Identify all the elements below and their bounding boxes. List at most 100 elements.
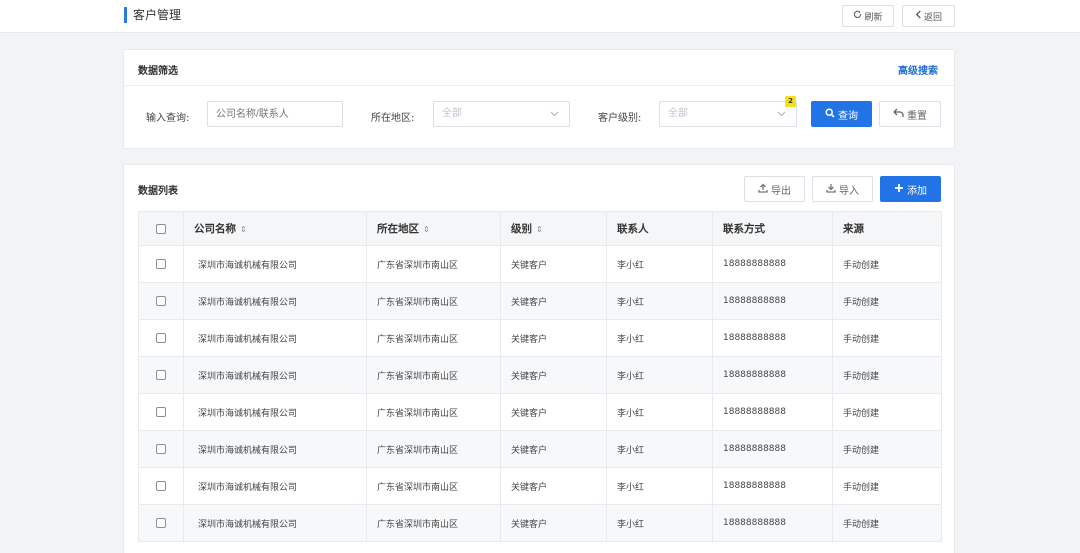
select-all-checkbox[interactable] — [156, 223, 166, 234]
region-select[interactable]: 全部 — [433, 101, 570, 127]
advanced-search-link[interactable]: 高级搜索 — [898, 62, 938, 77]
region-cell-text: 广东省深圳市南山区 — [377, 445, 459, 456]
table-row[interactable]: 深圳市海诚机械有限公司 广东省深圳市南山区 关键客户 李小红 18888888888 手动… — [138, 504, 942, 542]
level-cell-text: 关键客户 — [511, 371, 548, 382]
column-header-region[interactable]: 所在地区 ⇕ — [366, 211, 501, 246]
row-checkbox[interactable] — [156, 369, 166, 380]
source-cell: 手动创建 — [832, 504, 942, 542]
company-cell: 深圳市海诚机械有限公司 — [183, 356, 367, 394]
company-cell: 深圳市海诚机械有限公司 — [183, 504, 367, 542]
source-cell-text: 手动创建 — [843, 371, 880, 382]
row-checkbox[interactable] — [156, 295, 166, 306]
refresh-button[interactable]: 刷新 — [842, 5, 894, 27]
table-row[interactable]: 深圳市海诚机械有限公司 广东省深圳市南山区 关键客户 李小红 18888888888 手动… — [138, 282, 942, 320]
region-cell: 广东省深圳市南山区 — [366, 393, 501, 431]
search-button[interactable]: 查询 — [811, 101, 872, 127]
row-select-cell — [138, 393, 184, 431]
level-cell: 关键客户 — [500, 356, 607, 394]
table-row[interactable]: 深圳市海诚机械有限公司 广东省深圳市南山区 关键客户 李小红 18888888888 手动… — [138, 467, 942, 505]
search-input[interactable] — [207, 101, 343, 127]
source-cell-text: 手动创建 — [843, 445, 880, 456]
table-row[interactable]: 深圳市海诚机械有限公司 广东省深圳市南山区 关键客户 李小红 18888888888 手动… — [138, 356, 942, 394]
source-cell: 手动创建 — [832, 393, 942, 431]
company-cell-text: 深圳市海诚机械有限公司 — [198, 482, 298, 493]
company-cell: 深圳市海诚机械有限公司 — [183, 282, 367, 320]
row-checkbox[interactable] — [156, 332, 166, 343]
level-cell: 关键客户 — [500, 245, 607, 283]
page-title: 客户管理 — [124, 7, 181, 23]
search-button-label: 查询 — [838, 110, 858, 122]
upload-icon — [758, 183, 768, 196]
contact-cell-text: 李小红 — [617, 334, 645, 345]
sort-icon[interactable]: ⇕ — [423, 225, 430, 234]
contact-cell-text: 李小红 — [617, 519, 645, 530]
company-cell: 深圳市海诚机械有限公司 — [183, 430, 367, 468]
reset-button[interactable]: 重置 — [879, 101, 941, 127]
reset-button-label: 重置 — [907, 110, 927, 122]
phone-cell: 18888888888 — [712, 319, 833, 357]
row-select-cell — [138, 245, 184, 283]
level-cell: 关键客户 — [500, 467, 607, 505]
phone-cell-text: 18888888888 — [723, 296, 786, 306]
list-card: 数据列表 导出 导入 添加 公司名称 ⇕ 所在地区 ⇕ 级别 ⇕ 联系人 联系方… — [123, 164, 955, 553]
table-row[interactable]: 深圳市海诚机械有限公司 广东省深圳市南山区 关键客户 李小红 18888888888 手动… — [138, 245, 942, 283]
column-header-phone: 联系方式 — [712, 211, 833, 246]
refresh-label: 刷新 — [864, 12, 883, 23]
row-select-cell — [138, 504, 184, 542]
import-button[interactable]: 导入 — [812, 176, 873, 202]
phone-cell: 18888888888 — [712, 282, 833, 320]
level-cell-text: 关键客户 — [511, 334, 548, 345]
region-cell: 广东省深圳市南山区 — [366, 282, 501, 320]
company-cell: 深圳市海诚机械有限公司 — [183, 319, 367, 357]
refresh-icon — [853, 10, 862, 22]
source-cell-text: 手动创建 — [843, 260, 880, 271]
filter-card-header: 数据筛选 高级搜索 — [124, 50, 954, 86]
phone-cell: 18888888888 — [712, 356, 833, 394]
table-row[interactable]: 深圳市海诚机械有限公司 广东省深圳市南山区 关键客户 李小红 18888888888 手动… — [138, 393, 942, 431]
table-row[interactable]: 深圳市海诚机械有限公司 广东省深圳市南山区 关键客户 李小红 18888888888 手动… — [138, 319, 942, 357]
level-cell: 关键客户 — [500, 319, 607, 357]
region-cell-text: 广东省深圳市南山区 — [377, 408, 459, 419]
contact-cell: 李小红 — [606, 356, 713, 394]
level-cell: 关键客户 — [500, 282, 607, 320]
region-cell: 广东省深圳市南山区 — [366, 467, 501, 505]
export-button[interactable]: 导出 — [744, 176, 805, 202]
sort-icon[interactable]: ⇕ — [536, 225, 543, 234]
back-button[interactable]: 返回 — [902, 5, 955, 27]
phone-cell: 18888888888 — [712, 504, 833, 542]
level-cell: 关键客户 — [500, 393, 607, 431]
row-checkbox[interactable] — [156, 517, 166, 528]
table-row[interactable]: 深圳市海诚机械有限公司 广东省深圳市南山区 关键客户 李小红 18888888888 手动… — [138, 430, 942, 468]
row-checkbox[interactable] — [156, 480, 166, 491]
phone-cell-text: 18888888888 — [723, 370, 786, 380]
level-select[interactable]: 全部 — [659, 101, 797, 127]
contact-cell-text: 李小红 — [617, 260, 645, 271]
region-cell-text: 广东省深圳市南山区 — [377, 482, 459, 493]
company-cell-text: 深圳市海诚机械有限公司 — [198, 260, 298, 271]
source-cell-text: 手动创建 — [843, 297, 880, 308]
column-header-level[interactable]: 级别 ⇕ — [500, 211, 607, 246]
sort-icon[interactable]: ⇕ — [240, 225, 247, 234]
contact-cell-text: 李小红 — [617, 482, 645, 493]
row-select-cell — [138, 319, 184, 357]
add-button[interactable]: 添加 — [880, 176, 941, 202]
company-cell: 深圳市海诚机械有限公司 — [183, 245, 367, 283]
company-cell-text: 深圳市海诚机械有限公司 — [198, 297, 298, 308]
select-all-cell — [138, 211, 184, 246]
contact-cell: 李小红 — [606, 282, 713, 320]
column-header-company[interactable]: 公司名称 ⇕ — [183, 211, 367, 246]
company-cell-text: 深圳市海诚机械有限公司 — [198, 334, 298, 345]
company-cell-text: 深圳市海诚机械有限公司 — [198, 445, 298, 456]
source-cell: 手动创建 — [832, 282, 942, 320]
region-cell: 广东省深圳市南山区 — [366, 245, 501, 283]
phone-cell: 18888888888 — [712, 393, 833, 431]
region-cell: 广东省深圳市南山区 — [366, 356, 501, 394]
level-select-value: 全部 — [668, 108, 688, 119]
row-checkbox[interactable] — [156, 443, 166, 454]
phone-cell: 18888888888 — [712, 430, 833, 468]
region-cell: 广东省深圳市南山区 — [366, 504, 501, 542]
source-cell-text: 手动创建 — [843, 519, 880, 530]
row-checkbox[interactable] — [156, 258, 166, 269]
row-checkbox[interactable] — [156, 406, 166, 417]
company-cell-text: 深圳市海诚机械有限公司 — [198, 519, 298, 530]
